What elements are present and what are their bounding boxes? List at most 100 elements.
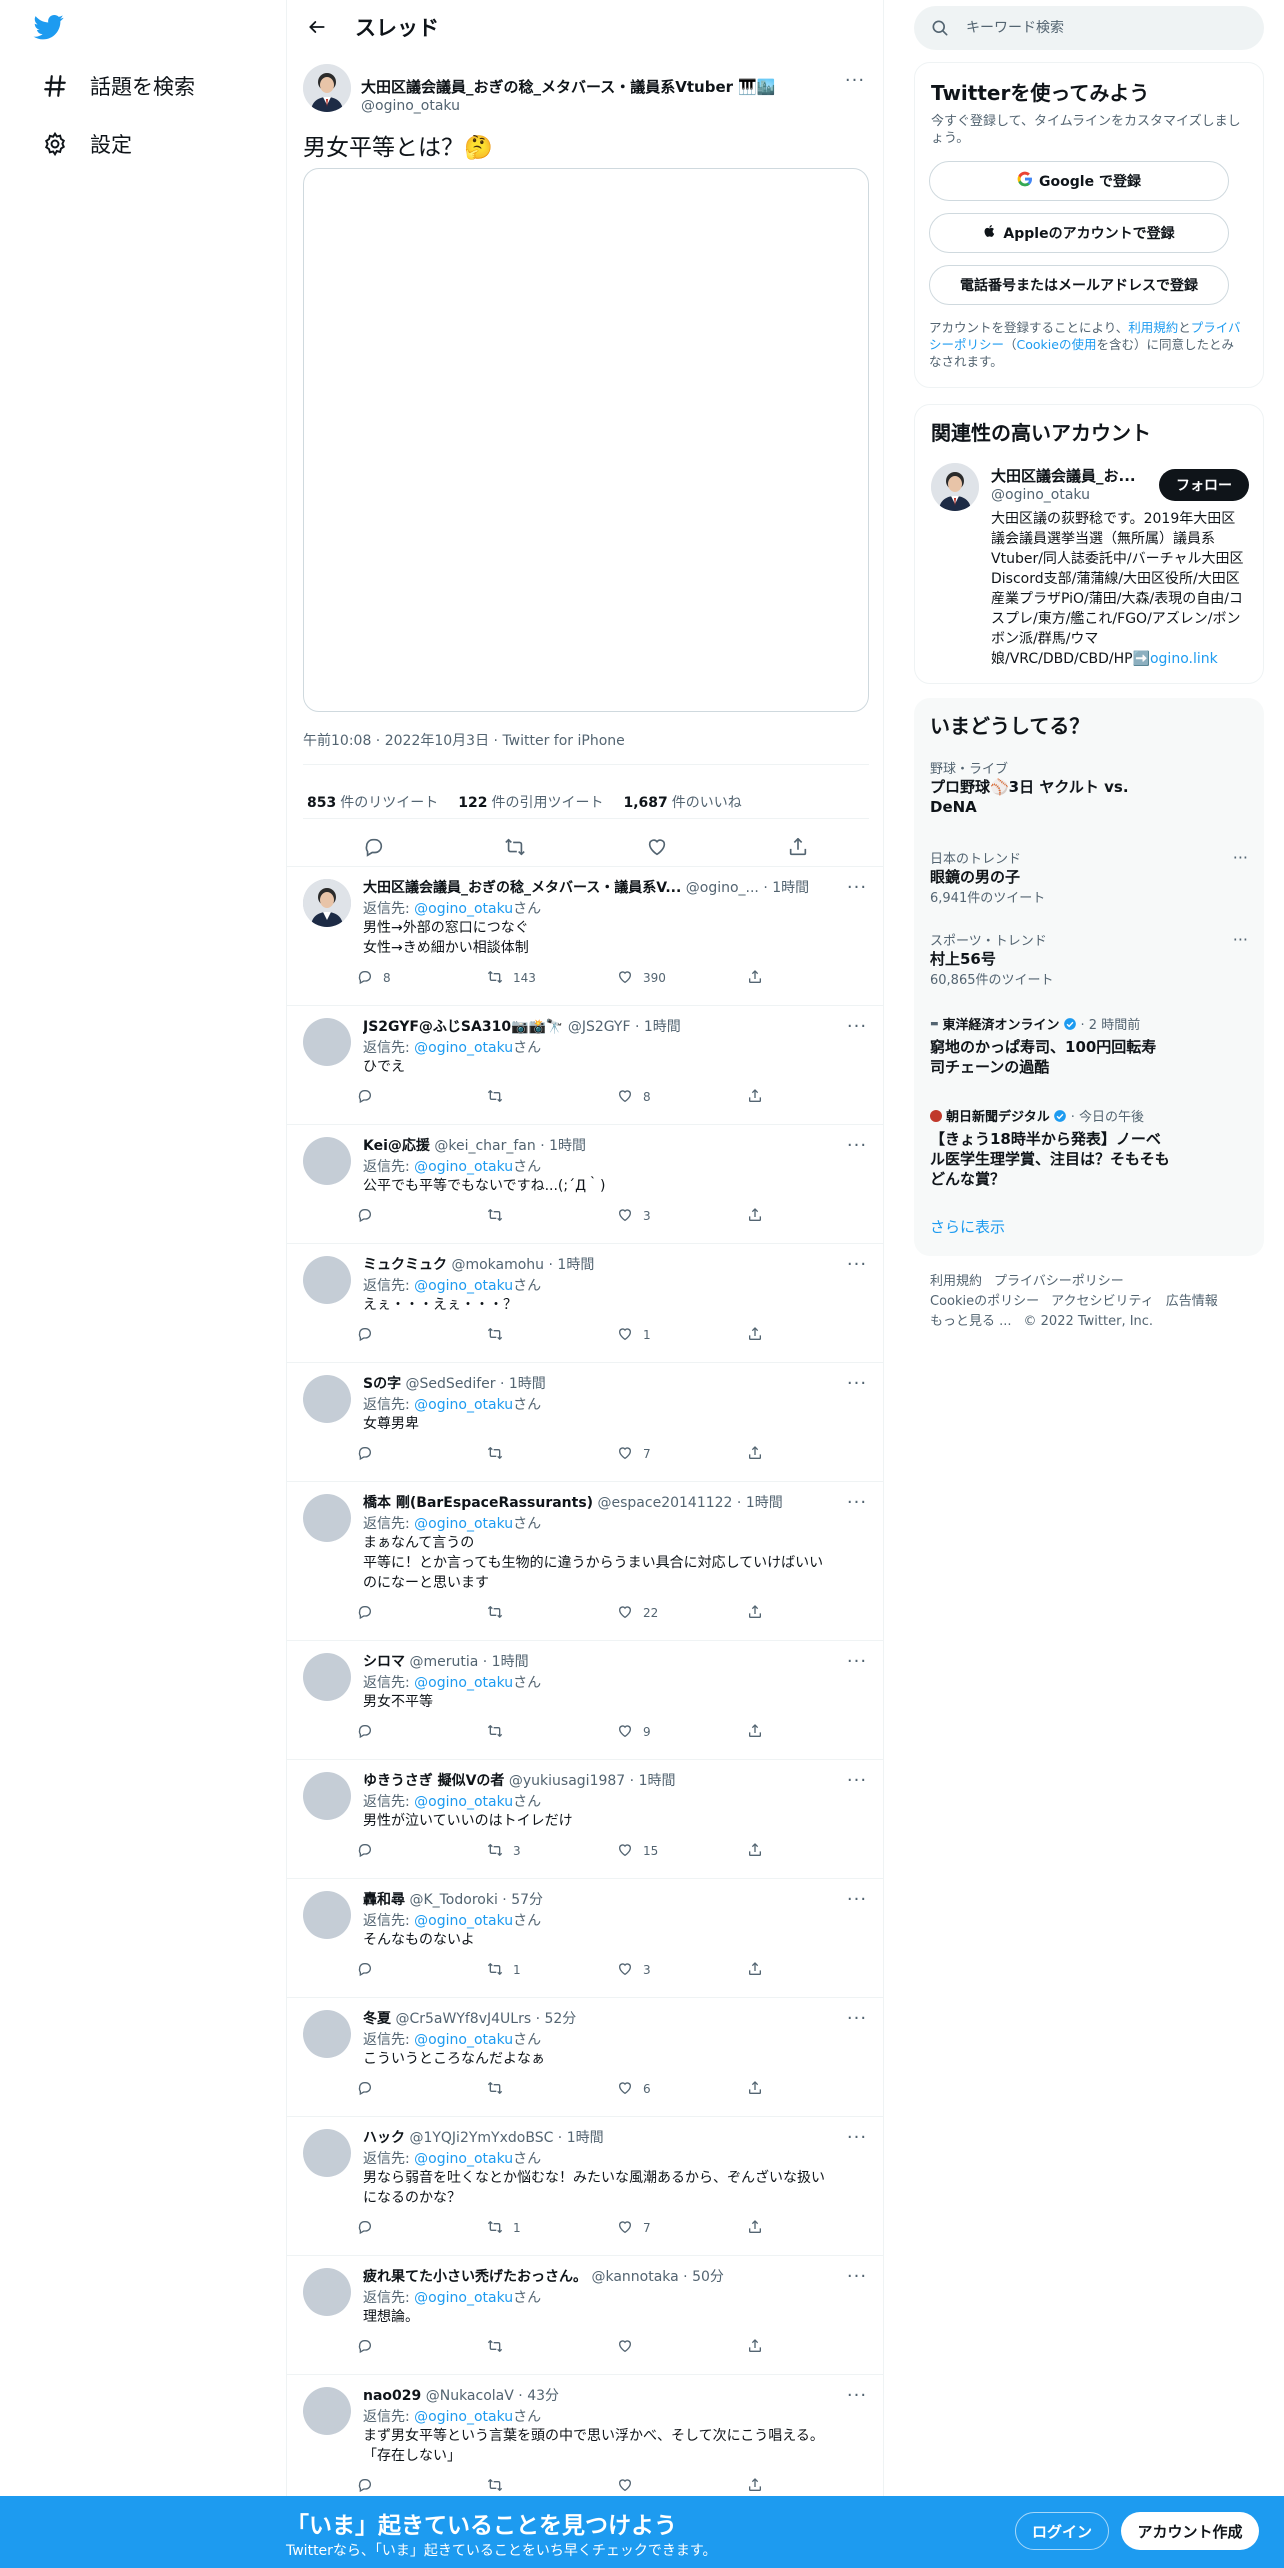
reply-author-name[interactable]: 橋本 剛(BarEspaceRassurants) xyxy=(363,1495,593,1511)
reply-author-handle[interactable]: @Cr5aWYf8vJ4ULrs xyxy=(395,2011,531,2027)
share-button[interactable] xyxy=(747,2080,777,2099)
more-options-button[interactable]: ··· xyxy=(843,2006,871,2030)
reply-author-handle[interactable]: @mokamohu xyxy=(451,1257,544,1273)
retweet-button[interactable]: 1 xyxy=(487,2219,617,2238)
quotes-stat[interactable]: 122 件の引用ツイート xyxy=(458,792,603,812)
reply-author-handle[interactable]: @K_Todoroki xyxy=(409,1892,497,1908)
reply-author-handle[interactable]: @1YQJi2YmYxdoBSC xyxy=(409,2130,553,2146)
reply-tweet[interactable]: ミュクミュク @mokamohu · 1時間 ··· 返信先: @ogino_ota… xyxy=(287,1243,883,1362)
nav-settings[interactable]: 設定 xyxy=(28,118,144,170)
reply-tweet[interactable]: 轟和尋 @K_Todoroki · 57分 ··· 返信先: @ogino_otak… xyxy=(287,1878,883,1997)
footer-link[interactable]: アクセシビリティ xyxy=(1051,1294,1154,1309)
reply-button[interactable] xyxy=(357,1445,487,1464)
phone-email-signup-button[interactable]: 電話番号またはメールアドレスで登録 xyxy=(929,265,1229,305)
share-button[interactable] xyxy=(747,1088,777,1107)
search-input[interactable] xyxy=(966,20,1246,36)
more-options-button[interactable]: ··· xyxy=(841,68,869,92)
reply-button[interactable] xyxy=(357,1842,487,1861)
trend-item[interactable]: 日本のトレンド 眼鏡の男の子 6,941件のツイート ··· xyxy=(930,848,1248,906)
more-options-button[interactable]: ··· xyxy=(843,1887,871,1911)
terms-link[interactable]: 利用規約 xyxy=(1128,320,1178,335)
cookie-link[interactable]: Cookieの使用 xyxy=(1017,337,1097,352)
reply-to-link[interactable]: @ogino_otaku xyxy=(414,2151,513,2167)
avatar[interactable] xyxy=(931,463,979,511)
reply-to-link[interactable]: @ogino_otaku xyxy=(414,1278,513,1294)
reply-author-handle[interactable]: @JS2GYF xyxy=(568,1019,631,1035)
share-button[interactable] xyxy=(747,2338,777,2357)
more-options-button[interactable]: ··· xyxy=(1233,930,1248,949)
news-item[interactable]: ▬ 東洋経済オンライン · 2 時間前 窮地のかっぱ寿司、100円回転寿司チェー… xyxy=(930,1014,1248,1077)
reply-time[interactable]: 1時間 xyxy=(549,1138,586,1154)
avatar[interactable] xyxy=(303,2387,351,2435)
retweet-button[interactable] xyxy=(487,1088,617,1107)
reply-to-link[interactable]: @ogino_otaku xyxy=(414,1040,513,1056)
reply-time[interactable]: 1時間 xyxy=(557,1257,594,1273)
reply-tweet[interactable]: 大田区議会議員_おぎの稔_メタバース・議員系V... @ogino_... · … xyxy=(287,866,883,1005)
nav-explore[interactable]: 話題を検索 xyxy=(28,60,207,112)
reply-author-name[interactable]: Sの字 xyxy=(363,1376,401,1392)
reply-button[interactable]: 8 xyxy=(357,969,487,988)
reply-author-name[interactable]: Kei@応援 xyxy=(363,1138,430,1154)
avatar[interactable] xyxy=(303,1653,351,1701)
like-button[interactable] xyxy=(617,2477,747,2496)
reply-to-link[interactable]: @ogino_otaku xyxy=(414,1675,513,1691)
reply-author-name[interactable]: 冬夏 xyxy=(363,2011,391,2027)
more-options-button[interactable]: ··· xyxy=(843,1768,871,1792)
retweet-button[interactable] xyxy=(487,1723,617,1742)
reply-button[interactable] xyxy=(357,2080,487,2099)
footer-link[interactable]: 広告情報 xyxy=(1166,1294,1218,1309)
reply-button[interactable] xyxy=(357,1326,487,1345)
reply-author-handle[interactable]: @NukacolaV xyxy=(426,2388,514,2404)
reply-tweet[interactable]: 疲れ果てた小さい禿げたおっさん。 @kannotaka · 50分 ··· 返信先:… xyxy=(287,2255,883,2374)
share-button[interactable] xyxy=(747,2219,777,2238)
reply-author-handle[interactable]: @ogino_... xyxy=(686,880,759,896)
search-bar[interactable] xyxy=(914,6,1264,50)
reply-tweet[interactable]: Kei@応援 @kei_char_fan · 1時間 ··· 返信先: @ogino… xyxy=(287,1124,883,1243)
follow-button[interactable]: フォロー xyxy=(1159,469,1249,501)
footer-link[interactable]: もっと見る ... xyxy=(930,1314,1012,1329)
tweet-media[interactable] xyxy=(303,168,869,712)
reply-author-name[interactable]: ゆきうさぎ 擬似Vの者 xyxy=(363,1773,504,1789)
reply-tweet[interactable]: ハック @1YQJi2YmYxdoBSC · 1時間 ··· 返信先: @ogino… xyxy=(287,2116,883,2255)
retweet-button[interactable]: 143 xyxy=(487,969,617,988)
reply-button[interactable] xyxy=(357,2219,487,2238)
reply-button[interactable] xyxy=(357,1961,487,1980)
retweet-button[interactable] xyxy=(487,2477,617,2496)
like-button[interactable]: 390 xyxy=(617,969,747,988)
reply-author-name[interactable]: JS2GYF@ふじSA310📷📸🔭 xyxy=(363,1019,563,1035)
avatar[interactable] xyxy=(303,1256,351,1304)
share-button[interactable] xyxy=(747,1326,777,1345)
share-button[interactable] xyxy=(747,1842,777,1861)
avatar[interactable] xyxy=(303,2010,351,2058)
reply-author-name[interactable]: 轟和尋 xyxy=(363,1892,405,1908)
reply-to-link[interactable]: @ogino_otaku xyxy=(414,1159,513,1175)
like-button[interactable]: 3 xyxy=(617,1961,747,1980)
more-options-button[interactable]: ··· xyxy=(843,2125,871,2149)
like-button[interactable]: 8 xyxy=(617,1088,747,1107)
more-options-button[interactable]: ··· xyxy=(843,1014,871,1038)
reply-tweet[interactable]: 冬夏 @Cr5aWYf8vJ4ULrs · 52分 ··· 返信先: @ogino_… xyxy=(287,1997,883,2116)
reply-author-handle[interactable]: @SedSedifer xyxy=(406,1376,496,1392)
reply-icon[interactable] xyxy=(356,829,392,865)
avatar[interactable] xyxy=(303,64,351,112)
avatar[interactable] xyxy=(303,1375,351,1423)
reply-to-link[interactable]: @ogino_otaku xyxy=(414,1516,513,1532)
reply-tweet[interactable]: Sの字 @SedSedifer · 1時間 ··· 返信先: @ogino_otak… xyxy=(287,1362,883,1481)
avatar[interactable] xyxy=(303,2268,351,2316)
avatar[interactable] xyxy=(303,1891,351,1939)
reply-time[interactable]: 1時間 xyxy=(509,1376,546,1392)
more-options-button[interactable]: ··· xyxy=(843,1649,871,1673)
reply-author-name[interactable]: 大田区議会議員_おぎの稔_メタバース・議員系V... xyxy=(363,880,681,896)
reply-time[interactable]: 1時間 xyxy=(567,2130,604,2146)
reply-author-handle[interactable]: @kei_char_fan xyxy=(434,1138,535,1154)
share-button[interactable] xyxy=(747,1207,777,1226)
retweet-button[interactable]: 1 xyxy=(487,1961,617,1980)
related-account-name[interactable]: 大田区議会議員_お... xyxy=(991,465,1141,486)
reply-time[interactable]: 1時間 xyxy=(772,880,809,896)
reply-tweet[interactable]: 橋本 剛(BarEspaceRassurants) @espace2014112… xyxy=(287,1481,883,1640)
like-button[interactable]: 7 xyxy=(617,2219,747,2238)
like-button[interactable]: 9 xyxy=(617,1723,747,1742)
signup-button[interactable]: アカウント作成 xyxy=(1121,2512,1259,2550)
more-options-button[interactable]: ··· xyxy=(843,2383,871,2407)
like-button[interactable]: 15 xyxy=(617,1842,747,1861)
